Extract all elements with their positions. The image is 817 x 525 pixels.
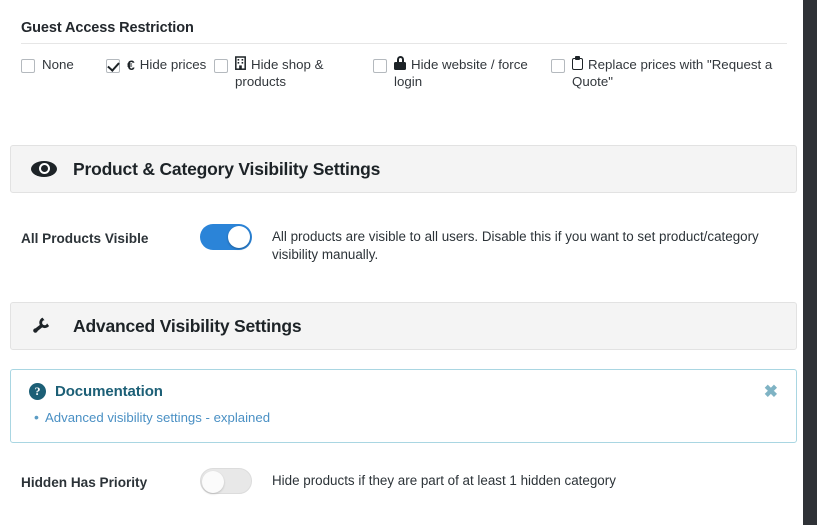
guest-option-hide-prices[interactable]: € Hide prices (106, 53, 214, 73)
advanced-visibility-panel-header: Advanced Visibility Settings (10, 302, 797, 350)
guest-option-hide-website[interactable]: Hide website / force login (373, 53, 551, 90)
all-products-visible-row: All Products Visible All products are vi… (0, 224, 803, 264)
toggle-knob (228, 226, 250, 248)
guest-option-hide-website-text: Hide website / force login (394, 57, 528, 89)
list-item: Advanced visibility settings - explained (34, 408, 780, 427)
close-icon[interactable]: ✖ (762, 383, 780, 400)
question-circle-icon: ? (29, 383, 46, 400)
checkbox-hide-website[interactable] (373, 59, 387, 73)
settings-page: Guest Access Restriction None € Hide pric… (0, 0, 817, 525)
guest-option-hide-prices-text: Hide prices (139, 57, 207, 72)
store-icon (235, 56, 246, 70)
checkbox-hide-prices[interactable] (106, 59, 120, 73)
product-visibility-panel-header: Product & Category Visibility Settings (10, 145, 797, 193)
checkbox-request-quote[interactable] (551, 59, 565, 73)
all-products-visible-label: All Products Visible (21, 231, 149, 246)
guest-option-request-quote-label: Replace prices with "Request a Quote" (572, 53, 801, 90)
checkbox-none[interactable] (21, 59, 35, 73)
guest-option-hide-website-label: Hide website / force login (394, 53, 551, 90)
guest-access-title: Guest Access Restriction (21, 20, 194, 36)
wrench-icon (31, 314, 57, 338)
hidden-has-priority-toggle[interactable] (200, 468, 252, 494)
guest-option-none[interactable]: None (21, 53, 106, 73)
hidden-has-priority-description: Hide products if they are part of at lea… (272, 473, 616, 488)
documentation-header: ? Documentation ✖ (29, 383, 780, 400)
documentation-links: Advanced visibility settings - explained (29, 408, 780, 427)
guest-option-none-label: None (42, 57, 74, 72)
all-products-visible-toggle[interactable] (200, 224, 252, 250)
documentation-title: Documentation (55, 383, 163, 400)
lock-icon (394, 56, 406, 70)
euro-icon: € (127, 57, 135, 73)
guest-option-hide-shop-label: Hide shop & products (235, 53, 373, 90)
documentation-link-advanced-visibility[interactable]: Advanced visibility settings - explained (45, 410, 270, 425)
content-area: Guest Access Restriction None € Hide pric… (0, 0, 803, 525)
guest-access-restriction-section: Guest Access Restriction None € Hide pric… (0, 0, 803, 90)
guest-access-options: None € Hide prices Hide shop & products … (0, 44, 803, 90)
guest-option-hide-shop-text: Hide shop & products (235, 57, 324, 89)
product-visibility-panel-title: Product & Category Visibility Settings (73, 158, 381, 179)
right-scrollbar-rail[interactable] (803, 0, 817, 525)
clipboard-icon (572, 56, 583, 70)
eye-icon (31, 161, 57, 177)
hidden-has-priority-row: Hidden Has Priority Hide products if the… (0, 468, 803, 494)
hidden-has-priority-label: Hidden Has Priority (21, 475, 148, 490)
guest-option-hide-prices-label: € Hide prices (127, 53, 206, 73)
checkbox-hide-shop[interactable] (214, 59, 228, 73)
advanced-visibility-panel-title: Advanced Visibility Settings (73, 315, 302, 336)
all-products-visible-description: All products are visible to all users. D… (272, 229, 759, 262)
guest-option-hide-shop[interactable]: Hide shop & products (214, 53, 373, 90)
guest-option-request-quote-text: Replace prices with "Request a Quote" (572, 57, 773, 89)
guest-option-request-quote[interactable]: Replace prices with "Request a Quote" (551, 53, 801, 90)
toggle-knob (202, 471, 224, 493)
documentation-notice: ? Documentation ✖ Advanced visibility se… (10, 369, 797, 443)
